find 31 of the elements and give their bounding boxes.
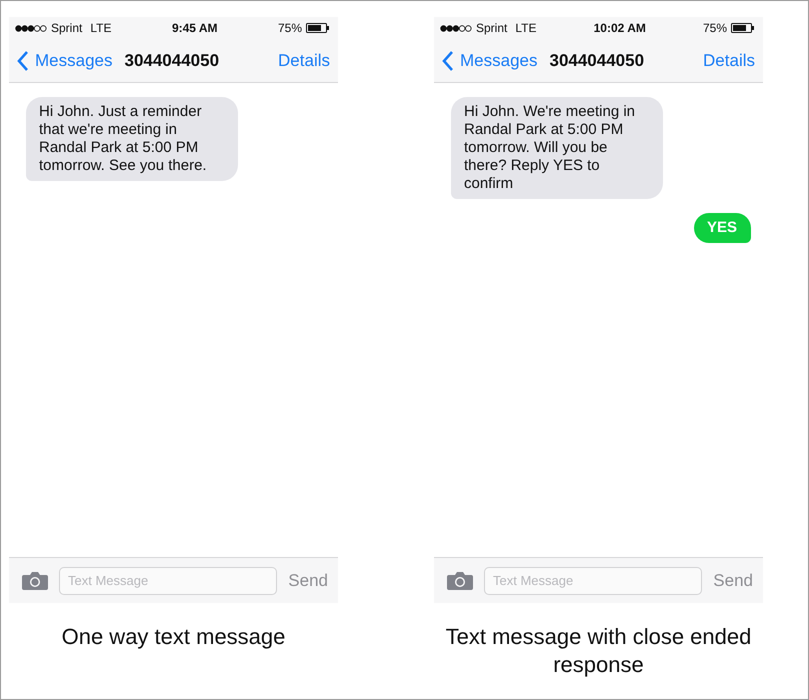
received-message-bubble: Hi John. We're meeting in Randal Park at 5:00 PM tomorrow. Will you be there? Reply YES to confirm xyxy=(451,97,663,199)
send-button[interactable]: Send xyxy=(713,570,753,590)
received-message-bubble: Hi John. Just a reminder that we're meeting in Randal Park at 5:00 PM tomorrow. See you there. xyxy=(26,97,238,181)
carrier-name: Sprint xyxy=(476,21,508,35)
signal-icon xyxy=(15,24,47,32)
back-link[interactable]: Messages xyxy=(442,50,538,70)
battery-percent: 75% xyxy=(278,21,302,35)
sent-message-bubble: YES xyxy=(694,213,751,243)
clock-time: 10:02 AM xyxy=(594,21,646,35)
chevron-left-icon xyxy=(17,50,29,70)
carrier-name: Sprint xyxy=(51,21,82,35)
figure-caption: Text message with close ended response xyxy=(444,623,752,679)
back-link[interactable]: Messages xyxy=(17,50,112,70)
signal-icon xyxy=(440,24,472,32)
details-link[interactable]: Details xyxy=(703,50,755,70)
battery-percent: 75% xyxy=(702,21,728,35)
contact-number: 3044044050 xyxy=(549,50,644,70)
clock-time: 9:45 AM xyxy=(172,21,218,35)
battery-icon xyxy=(306,23,330,33)
network-type: LTE xyxy=(515,21,536,35)
network-type: LTE xyxy=(90,21,112,35)
camera-icon[interactable] xyxy=(22,571,48,590)
figure-caption: One way text message xyxy=(60,623,286,651)
message-input-field[interactable]: Text Message xyxy=(484,566,702,594)
camera-icon[interactable] xyxy=(447,571,473,590)
message-input-field[interactable]: Text Message xyxy=(59,566,278,594)
battery-icon xyxy=(731,23,756,33)
chevron-left-icon xyxy=(442,50,454,70)
send-button[interactable]: Send xyxy=(288,570,328,590)
contact-number: 3044044050 xyxy=(124,50,220,70)
details-link[interactable]: Details xyxy=(278,50,330,70)
